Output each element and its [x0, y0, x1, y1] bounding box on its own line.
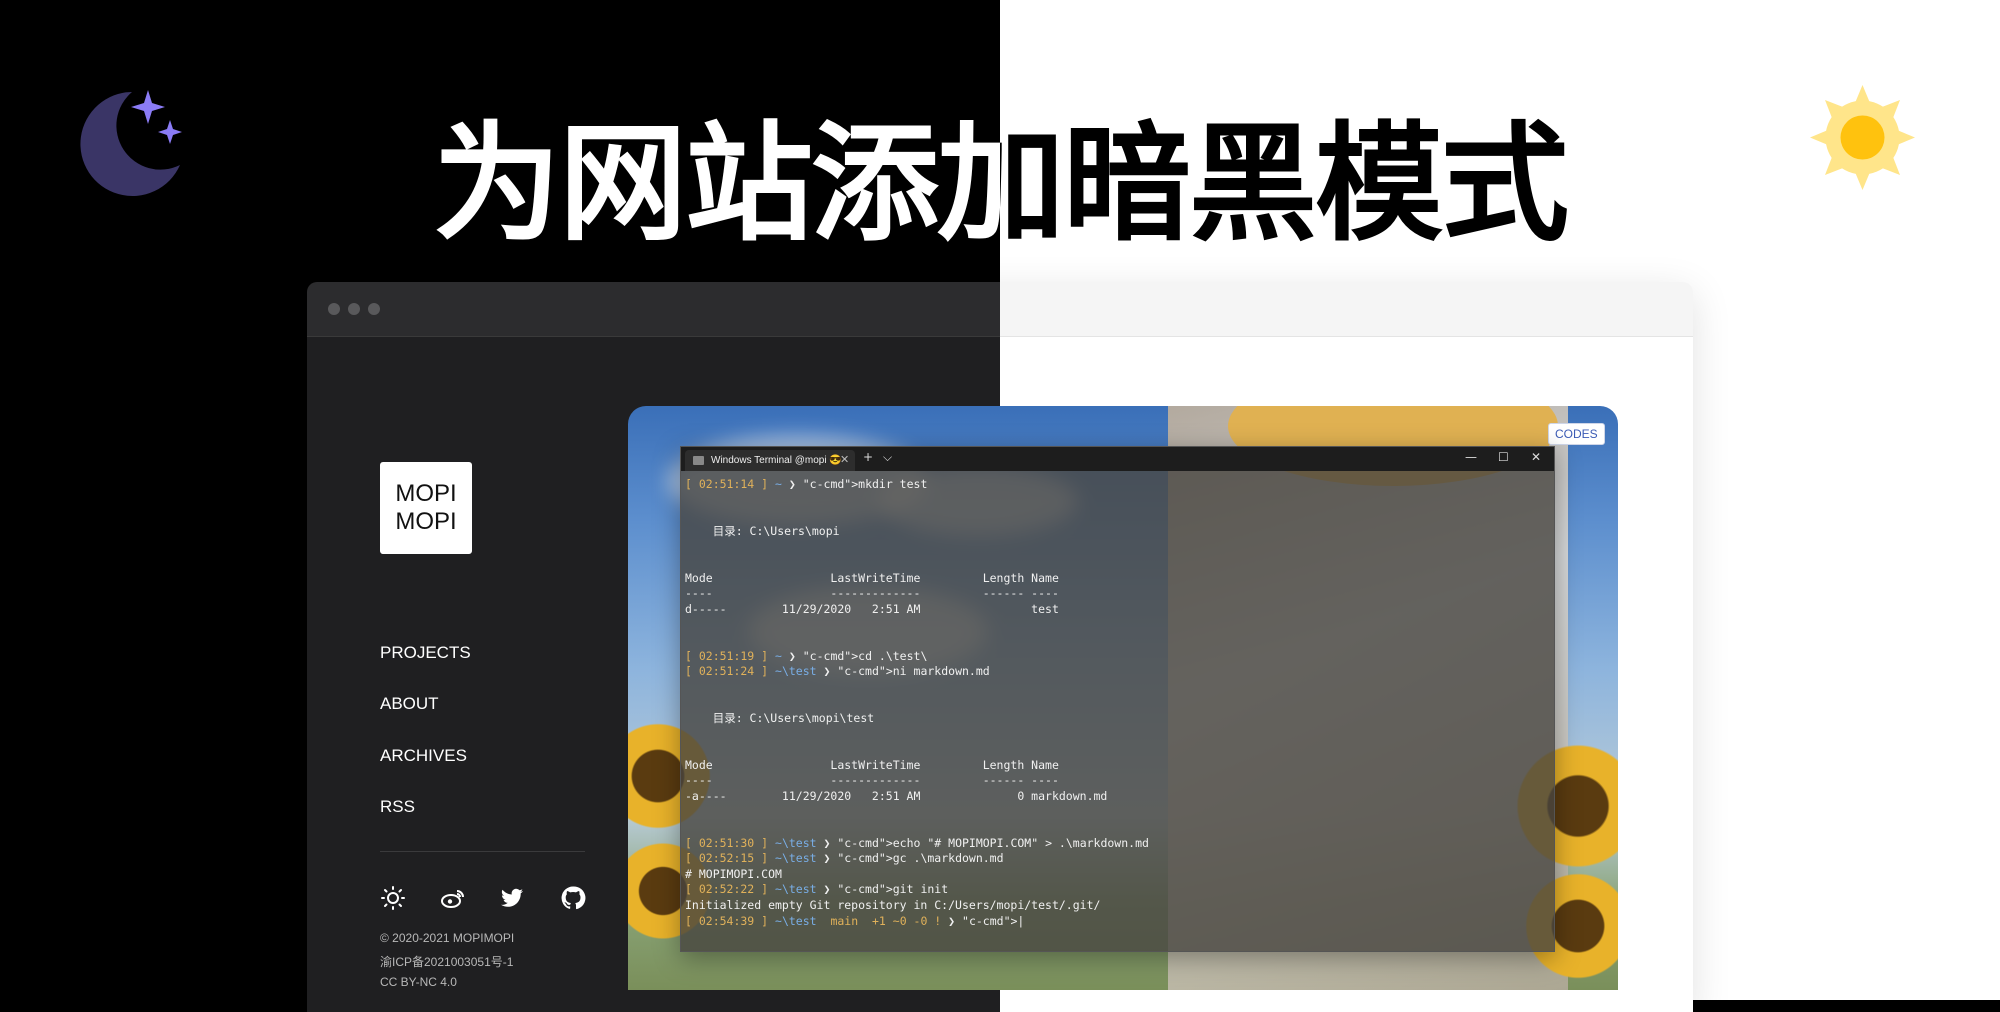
browser-titlebar-dark [307, 282, 1000, 337]
twitter-icon[interactable] [499, 885, 525, 911]
terminal-line: ---- ------------- ------ ---- [685, 586, 1059, 601]
theme-toggle-icon[interactable] [380, 885, 406, 911]
terminal-output[interactable]: [ 02:51:14 ] ~ ❯ "c-cmd">mkdir test 目录: … [685, 477, 1545, 929]
logo-line-1: MOPI [395, 480, 457, 507]
window-dot-minimize[interactable] [348, 303, 360, 315]
terminal-line: [ 02:51:30 ] ~\test ❯ "c-cmd">echo "# MO… [685, 835, 1149, 850]
terminal-icon [693, 456, 704, 465]
new-tab-icon[interactable]: + [863, 450, 873, 464]
footer-license[interactable]: CC BY-NC 4.0 [380, 975, 457, 989]
terminal-tab[interactable]: Windows Terminal @mopi 😎 ✕ [685, 450, 855, 471]
nav-projects[interactable]: PROJECTS [380, 643, 471, 663]
terminal-line: 目录: C:\Users\mopi [685, 523, 840, 538]
terminal-tab-title: Windows Terminal @mopi 😎 [711, 455, 842, 466]
terminal-line: [ 02:51:19 ] ~ ❯ "c-cmd">cd .\test\ [685, 648, 928, 663]
tab-dropdown-icon[interactable]: ⌵ [883, 450, 892, 465]
terminal-line: [ 02:51:24 ] ~\test ❯ "c-cmd">ni markdow… [685, 664, 990, 679]
footer-icp[interactable]: 渝ICP备2021003051号-1 [380, 953, 513, 970]
terminal-line: 目录: C:\Users\mopi\test [685, 710, 875, 725]
terminal-line: [ 02:52:22 ] ~\test ❯ "c-cmd">git init [685, 882, 949, 897]
terminal-line: [ 02:52:15 ] ~\test ❯ "c-cmd">gc .\markd… [685, 851, 1004, 866]
window-dot-maximize[interactable] [368, 303, 380, 315]
terminal-line: d----- 11/29/2020 2:51 AM test [685, 601, 1059, 616]
terminal-line: [ 02:54:39 ] ~\test main +1 ~0 -0 ! ❯ "c… [685, 913, 1025, 928]
nav-about[interactable]: ABOUT [380, 694, 439, 714]
footer-copyright: © 2020-2021 MOPIMOPI [380, 931, 515, 945]
site-logo[interactable]: MOPI MOPI [380, 462, 472, 554]
terminal-window[interactable]: Windows Terminal @mopi 😎 ✕ + ⌵ — ☐ ✕ [ 0… [680, 446, 1555, 952]
maximize-icon[interactable]: ☐ [1498, 450, 1509, 464]
browser-titlebar-light [1000, 282, 1693, 337]
nav-rss[interactable]: RSS [380, 797, 415, 817]
terminal-line: -a---- 11/29/2020 2:51 AM 0 markdown.md [685, 788, 1108, 803]
github-icon[interactable] [560, 885, 586, 911]
terminal-line: # MOPIMOPI.COM [685, 866, 782, 881]
terminal-line: [ 02:51:14 ] ~ ❯ "c-cmd">mkdir test [685, 477, 928, 491]
weibo-icon[interactable] [440, 885, 466, 911]
nav-archives[interactable]: ARCHIVES [380, 746, 467, 766]
codes-badge[interactable]: CODES [1548, 423, 1605, 445]
terminal-line: Mode LastWriteTime Length Name [685, 570, 1059, 585]
close-tab-icon[interactable]: ✕ [840, 450, 849, 471]
terminal-line: Initialized empty Git repository in C:/U… [685, 898, 1101, 913]
minimize-icon[interactable]: — [1465, 450, 1477, 464]
logo-line-2: MOPI [395, 508, 457, 535]
window-dot-close[interactable] [328, 303, 340, 315]
sidebar-divider [380, 851, 585, 852]
terminal-line: ---- ------------- ------ ---- [685, 773, 1059, 788]
close-icon[interactable]: ✕ [1531, 450, 1541, 464]
terminal-titlebar: Windows Terminal @mopi 😎 ✕ + ⌵ — ☐ ✕ [681, 447, 1554, 471]
terminal-line: Mode LastWriteTime Length Name [685, 757, 1059, 772]
